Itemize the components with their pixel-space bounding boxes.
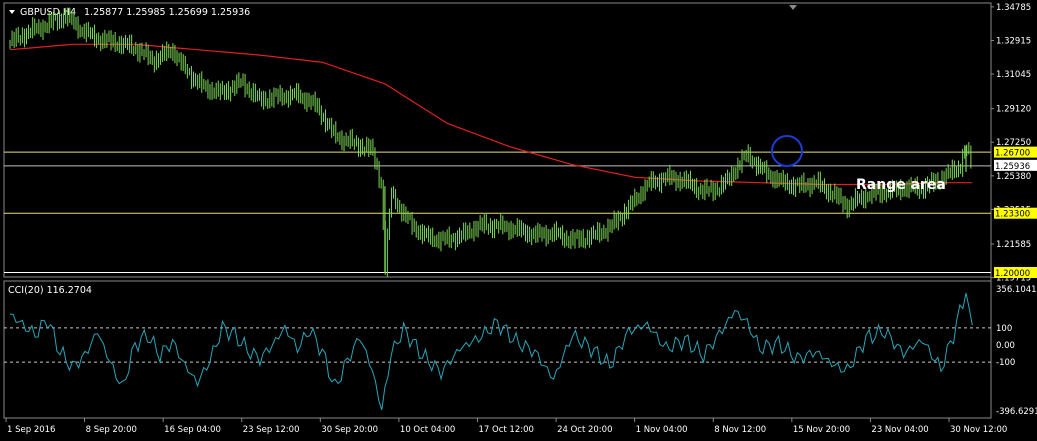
time-tick-label-10: 15 Nov 20:00	[793, 425, 850, 435]
price-tick-label-7: 1.21585	[996, 240, 1031, 250]
time-tick-label-5: 10 Oct 04:00	[400, 425, 455, 435]
cci-tick-label-2: 0.00	[996, 341, 1015, 351]
cci-tick-label-1: 100	[996, 324, 1012, 334]
cci-tick-label-0: 356.1041	[996, 285, 1037, 295]
chart-canvas[interactable]: GBPUSD,H4 1.25877 1.25985 1.25699 1.2593…	[0, 0, 1037, 441]
cci-axis-labels: 356.1041 100 0.00 -100 -396.6291	[996, 285, 1037, 417]
price-tick-label-0: 1.34785	[996, 3, 1031, 13]
time-axis-labels: 1 Sep 2016 8 Sep 20:00 16 Sep 04:00 23 Sep …	[5, 418, 1007, 435]
cci-tick-label-4: -396.6291	[996, 407, 1037, 417]
dropdown-triangle-icon[interactable]	[9, 10, 15, 14]
cci-panel-frame	[3, 280, 992, 419]
level-label-1: 1.23300	[995, 210, 1030, 220]
highlight-circle	[771, 135, 803, 167]
time-tick-label-1: 8 Sep 20:00	[86, 425, 137, 435]
cci-tick-label-3: -100	[996, 358, 1015, 368]
level-label-0: 1.26700	[995, 149, 1030, 159]
time-tick-label-4: 30 Sep 20:00	[321, 425, 378, 435]
time-tick-label-9: 8 Nov 12:00	[714, 425, 766, 435]
time-tick-label-2: 16 Sep 04:00	[164, 425, 221, 435]
price-tick-label-1: 1.32915	[996, 36, 1031, 46]
ohlc-values: 1.25877 1.25985 1.25699 1.25936	[84, 7, 250, 18]
current-price-label: 1.25936	[995, 162, 1030, 172]
time-tick-label-3: 23 Sep 12:00	[243, 425, 300, 435]
mt4-chart-window[interactable]: GBPUSD,H4 1.25877 1.25985 1.25699 1.2593…	[0, 0, 1037, 441]
shift-marker-icon[interactable]	[789, 5, 797, 10]
time-tick-label-11: 23 Nov 04:00	[871, 425, 928, 435]
price-axis-labels: 1.347851.329151.310451.291201.272501.253…	[991, 3, 1037, 284]
price-tick-label-5: 1.25380	[996, 172, 1031, 182]
cci-title: CCI(20) 116.2704	[8, 285, 92, 296]
range-area-label: Range area	[856, 177, 946, 193]
time-tick-label-8: 1 Nov 04:00	[636, 425, 688, 435]
cci-line	[10, 292, 973, 411]
time-tick-label-12: 30 Nov 12:00	[950, 425, 1007, 435]
time-tick-label-0: 1 Sep 2016	[7, 425, 55, 435]
price-tick-label-3: 1.29120	[996, 105, 1031, 115]
level-label-2: 1.20000	[995, 269, 1030, 279]
price-tick-label-2: 1.31045	[996, 70, 1031, 80]
cci-layer	[10, 292, 973, 411]
time-tick-label-7: 24 Oct 20:00	[557, 425, 612, 435]
price-layer	[9, 7, 972, 277]
price-panel-frame	[3, 2, 992, 278]
cci-reference-lines	[4, 327, 991, 363]
time-tick-label-6: 17 Oct 12:00	[479, 425, 534, 435]
